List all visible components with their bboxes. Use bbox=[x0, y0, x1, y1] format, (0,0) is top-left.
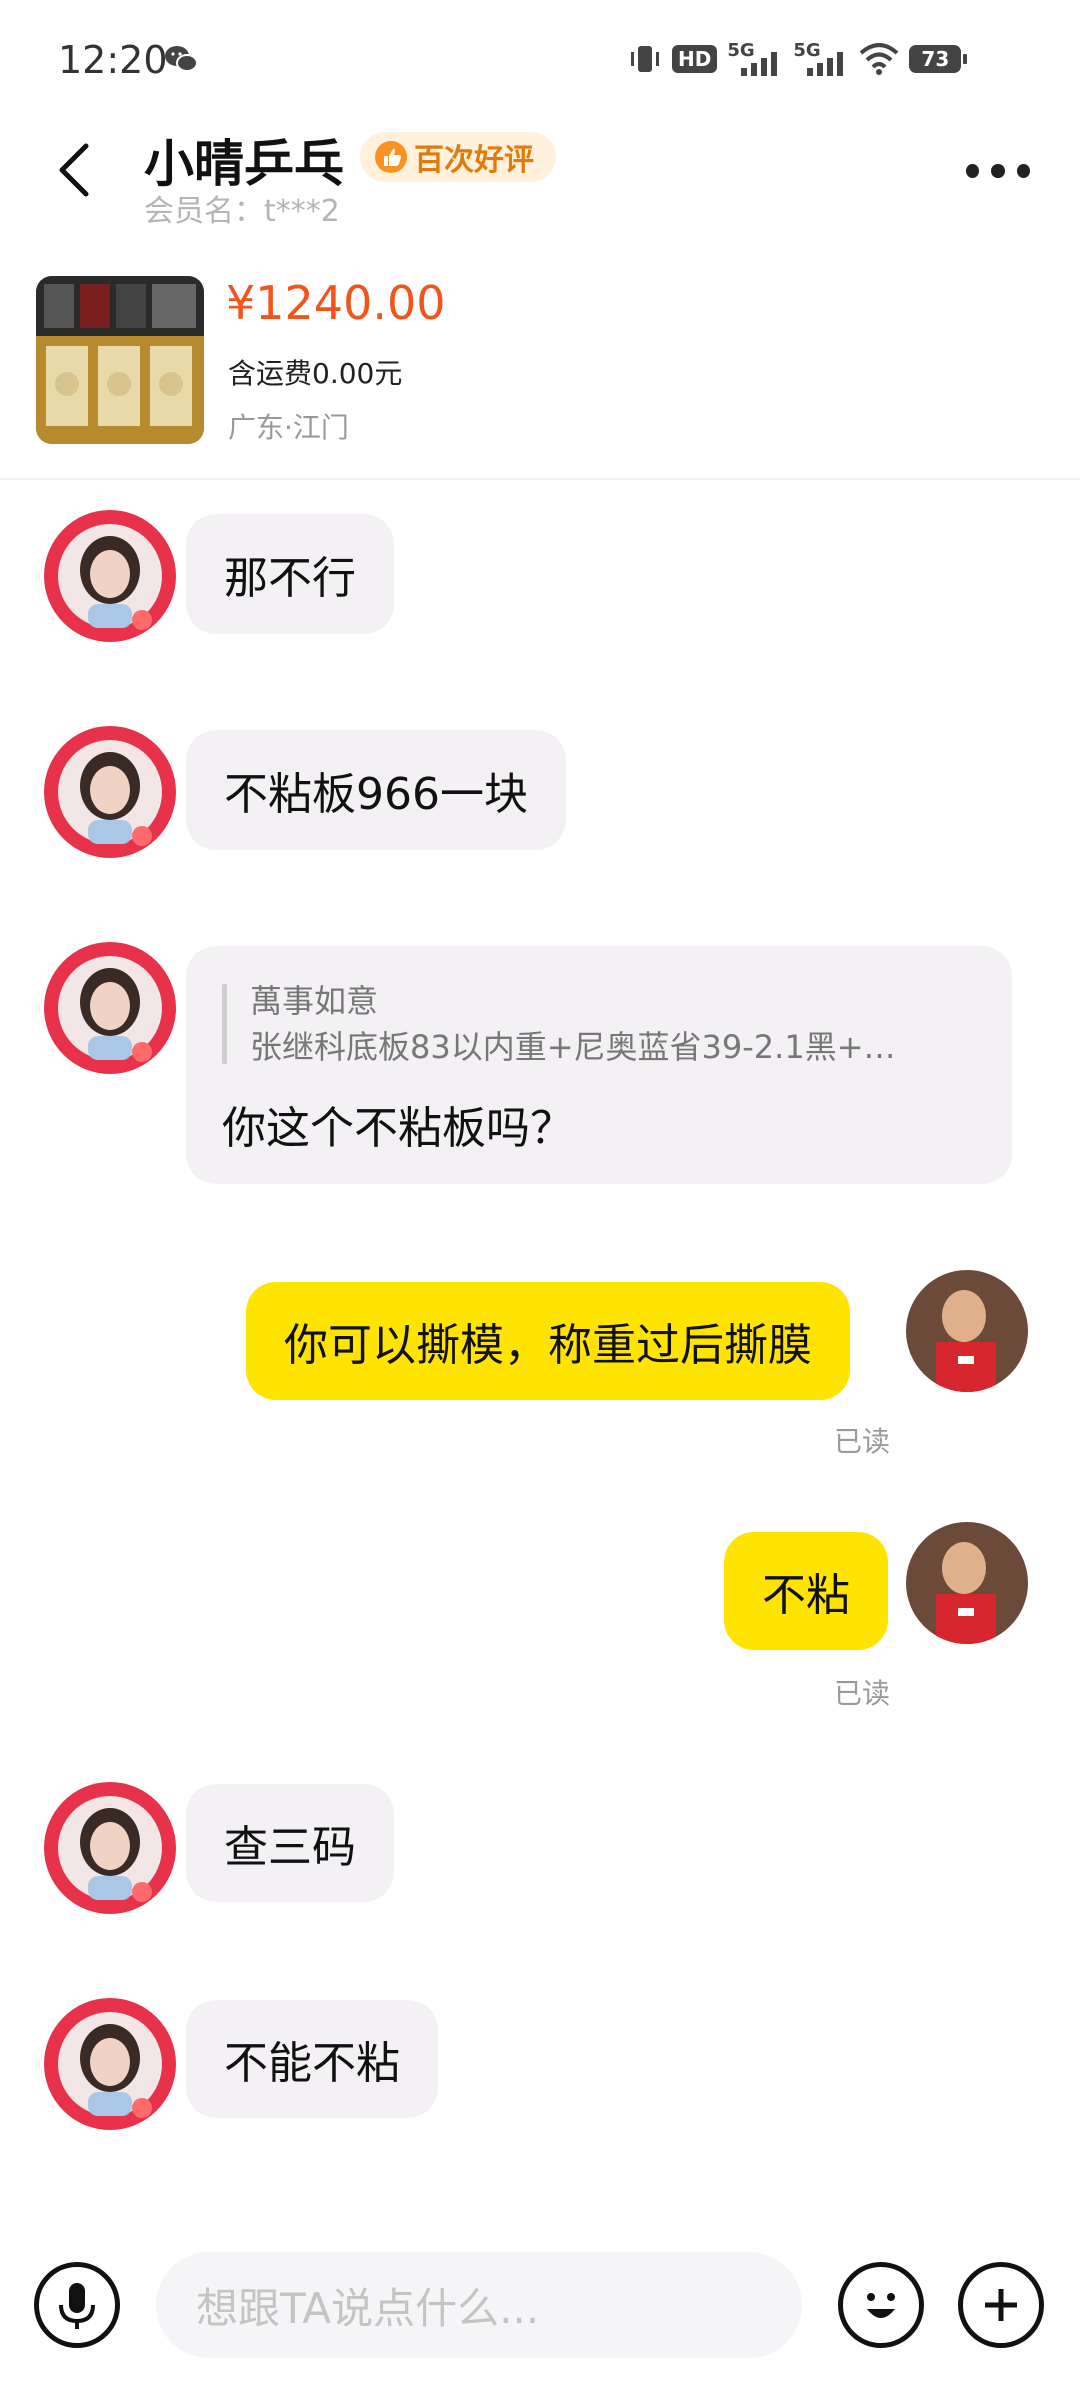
seller-avatar[interactable] bbox=[42, 1780, 178, 1916]
signal-bars-icon bbox=[741, 52, 778, 76]
my-message-bubble[interactable]: 你可以撕模，称重过后撕膜 bbox=[246, 1282, 850, 1400]
voice-button[interactable] bbox=[34, 2262, 120, 2348]
shipping-info: 含运费0.00元 bbox=[228, 357, 403, 390]
my-avatar[interactable] bbox=[906, 1522, 1028, 1644]
message-text: 你这个不粘板吗？ bbox=[222, 1103, 574, 1154]
battery-level: 73 bbox=[909, 45, 962, 73]
quote-bar bbox=[222, 984, 227, 1064]
product-location: 广东·江门 bbox=[228, 411, 349, 444]
vibrate-icon bbox=[631, 46, 659, 72]
message-input[interactable]: 想跟TA说点什么... bbox=[156, 2252, 802, 2358]
rating-badge: 百次好评 bbox=[360, 132, 556, 182]
hd-label: HD bbox=[678, 47, 712, 71]
thumbs-up-icon bbox=[375, 141, 407, 173]
status-bar: 12:20 HD 5G 5G 73 bbox=[0, 0, 1080, 120]
my-avatar[interactable] bbox=[906, 1270, 1028, 1392]
divider bbox=[0, 478, 1080, 480]
dot-icon bbox=[991, 164, 1005, 178]
read-status: 已读 bbox=[834, 1425, 891, 1458]
dot-icon bbox=[1016, 164, 1030, 178]
microphone-icon bbox=[59, 2283, 95, 2329]
status-time: 12:20 bbox=[58, 38, 168, 82]
seller-avatar[interactable] bbox=[42, 508, 178, 644]
signal-5g-2: 5G bbox=[793, 40, 849, 76]
wifi-icon bbox=[860, 43, 899, 75]
quoted-message-bubble[interactable]: 萬事如意 张继科底板83以内重+尼奥蓝省39-2.1黑+… 你这个不粘板吗？ bbox=[186, 946, 1012, 1184]
product-price: ¥1240.00 bbox=[226, 276, 446, 330]
seller-avatar[interactable] bbox=[42, 724, 178, 860]
seller-avatar[interactable] bbox=[42, 940, 178, 1076]
my-message-bubble[interactable]: 不粘 bbox=[724, 1532, 888, 1650]
member-name: 会员名：t***2 bbox=[144, 194, 340, 229]
signal-5g-1: 5G bbox=[727, 40, 783, 76]
badge-label: 百次好评 bbox=[414, 143, 534, 178]
product-image[interactable] bbox=[36, 276, 204, 444]
more-actions-button[interactable] bbox=[958, 2262, 1044, 2348]
read-status: 已读 bbox=[834, 1677, 891, 1710]
quote-author: 萬事如意 bbox=[250, 982, 379, 1020]
signal-bars-icon bbox=[807, 52, 844, 76]
back-icon[interactable] bbox=[52, 140, 96, 200]
message-bubble[interactable]: 那不行 bbox=[186, 514, 394, 634]
hd-icon: HD bbox=[672, 45, 718, 73]
battery-icon: 73 bbox=[909, 45, 968, 73]
wechat-icon bbox=[165, 46, 198, 72]
message-bubble[interactable]: 不粘板966一块 bbox=[186, 730, 566, 850]
seller-avatar[interactable] bbox=[42, 1996, 178, 2132]
emoji-button[interactable] bbox=[838, 2262, 924, 2348]
smile-icon bbox=[867, 2293, 895, 2318]
quote-text: 张继科底板83以内重+尼奥蓝省39-2.1黑+… bbox=[250, 1028, 896, 1066]
plus-icon bbox=[985, 2289, 1017, 2321]
dot-icon bbox=[966, 164, 980, 178]
more-options-button[interactable] bbox=[966, 164, 1030, 184]
message-bubble[interactable]: 查三码 bbox=[186, 1784, 394, 1902]
message-bubble[interactable]: 不能不粘 bbox=[186, 2000, 438, 2118]
